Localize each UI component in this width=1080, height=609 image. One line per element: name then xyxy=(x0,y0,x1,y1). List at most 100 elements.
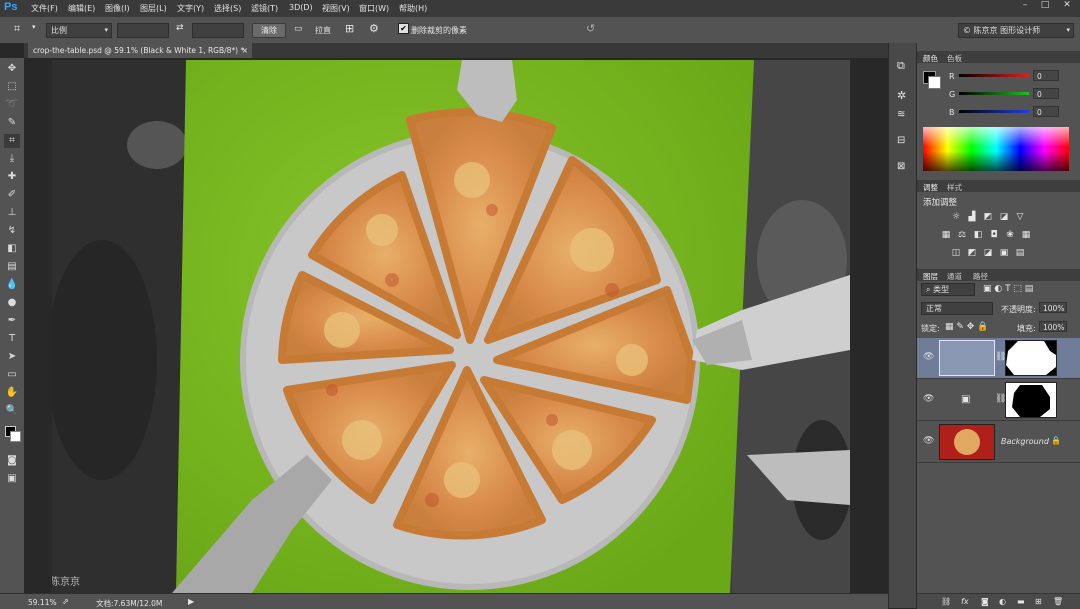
hand-tool-icon[interactable]: ✋ xyxy=(4,386,20,400)
info-panel-icon[interactable]: ⊠ xyxy=(897,161,905,172)
lock-icons[interactable]: ▦ ✎ ✥ 🔒 xyxy=(945,322,988,332)
layer-name[interactable]: Background xyxy=(1001,437,1049,446)
folder-icon[interactable]: ▬ xyxy=(1017,597,1025,606)
adjustment-thumbnail[interactable] xyxy=(939,340,995,376)
filter-icons[interactable]: ▣ ◐ T ⬚ ▤ xyxy=(983,284,1033,294)
quick-select-tool-icon[interactable]: ✎ xyxy=(4,116,20,130)
tab-paths[interactable]: 路径 xyxy=(973,271,988,282)
type-tool-icon[interactable]: T xyxy=(4,332,20,346)
fx-icon[interactable]: fx xyxy=(961,597,969,606)
ratio-select[interactable]: 比例 ▾ xyxy=(46,23,112,38)
trash-icon[interactable]: 🗑 xyxy=(1053,597,1063,606)
delete-cropped-checkbox[interactable]: ✔ xyxy=(398,23,409,34)
eyedropper-tool-icon[interactable]: ⤓ xyxy=(4,152,20,166)
brush-presets-icon[interactable]: ≋ xyxy=(897,109,905,120)
swap-icon[interactable]: ⇄ xyxy=(176,23,184,33)
properties-icon[interactable]: ⊟ xyxy=(897,135,905,146)
link-icon[interactable]: ⛓ xyxy=(941,597,951,606)
b-value[interactable]: 0 xyxy=(1033,106,1059,117)
grid-overlay-icon[interactable]: ⊞ xyxy=(345,22,354,35)
color-spectrum[interactable] xyxy=(923,127,1069,171)
menu-type[interactable]: 文字(Y) xyxy=(177,3,204,14)
crop-tool-icon[interactable]: ⌗ xyxy=(4,134,20,148)
history-panel-icon[interactable]: ⧉ xyxy=(897,59,905,73)
delete-cropped-label[interactable]: 删除裁剪的像素 xyxy=(411,25,467,36)
tab-color[interactable]: 颜色 xyxy=(923,53,938,64)
b-slider[interactable] xyxy=(959,110,1029,113)
eye-icon[interactable]: 👁 xyxy=(923,394,934,404)
menu-file[interactable]: 文件(F) xyxy=(31,3,58,14)
r-value[interactable]: 0 xyxy=(1033,70,1059,81)
balance-icon[interactable]: ⚖ xyxy=(957,230,967,240)
document-image[interactable]: ©陈京京 xyxy=(52,60,850,593)
mask-thumbnail[interactable] xyxy=(1005,340,1057,376)
bw-icon[interactable]: ◧ xyxy=(973,230,983,240)
zoom-tool-icon[interactable]: 🔍 xyxy=(4,404,20,418)
background-color-swatch[interactable] xyxy=(928,76,941,89)
posterize-icon[interactable]: ◩ xyxy=(967,248,977,258)
menu-view[interactable]: 视图(V) xyxy=(322,3,350,14)
layer-row-background[interactable]: 👁 Background 🔒 xyxy=(917,422,1080,463)
add-mask-icon[interactable]: ◙ xyxy=(981,597,989,606)
r-slider[interactable] xyxy=(959,74,1029,77)
blend-mode-select[interactable]: 正常 xyxy=(921,302,993,315)
tab-swatches[interactable]: 色板 xyxy=(947,53,962,64)
move-tool-icon[interactable]: ✥ xyxy=(4,62,20,76)
history-brush-tool-icon[interactable]: ↯ xyxy=(4,224,20,238)
path-select-tool-icon[interactable]: ➤ xyxy=(4,350,20,364)
threshold-icon[interactable]: ◪ xyxy=(983,248,993,258)
brightness-icon[interactable]: ☼ xyxy=(951,212,961,222)
vibrance-icon[interactable]: ▽ xyxy=(1015,212,1025,222)
hue-icon[interactable]: ▦ xyxy=(941,230,951,240)
close-button[interactable]: ✕ xyxy=(1058,0,1076,12)
reset-icon[interactable]: ↺ xyxy=(586,22,595,35)
menu-filter[interactable]: 滤镜(T) xyxy=(251,3,278,14)
crop-tool-icon[interactable]: ⌗ xyxy=(14,22,20,36)
new-layer-icon[interactable]: ⊞ xyxy=(1035,597,1042,606)
menu-help[interactable]: 帮助(H) xyxy=(399,3,427,14)
g-slider[interactable] xyxy=(959,92,1029,95)
gear-icon[interactable]: ⚙ xyxy=(369,22,379,35)
layer-row-selected[interactable]: 👁 ⛓ xyxy=(917,338,1080,379)
document-tab[interactable]: crop-the-table.psd @ 59.1% (Black & Whit… xyxy=(28,43,252,58)
minimize-button[interactable]: – xyxy=(1016,0,1034,12)
tab-styles[interactable]: 样式 xyxy=(947,182,962,193)
color-lookup-icon[interactable]: ▦ xyxy=(1021,230,1031,240)
eye-icon[interactable]: 👁 xyxy=(923,352,934,362)
gradient-tool-icon[interactable]: ▤ xyxy=(4,260,20,274)
brush-tool-icon[interactable]: ✐ xyxy=(4,188,20,202)
eraser-tool-icon[interactable]: ◧ xyxy=(4,242,20,256)
quick-mask-icon[interactable]: ◙ xyxy=(4,454,20,468)
background-thumbnail[interactable] xyxy=(939,424,995,460)
shape-tool-icon[interactable]: ▭ xyxy=(4,368,20,382)
maximize-button[interactable]: □ xyxy=(1036,0,1054,12)
zoom-level[interactable]: 59.11% xyxy=(28,598,57,607)
width-field[interactable] xyxy=(117,23,169,38)
dodge-tool-icon[interactable]: ● xyxy=(4,296,20,310)
menu-select[interactable]: 选择(S) xyxy=(214,3,241,14)
new-adjustment-icon[interactable]: ◐ xyxy=(999,597,1006,606)
lasso-tool-icon[interactable]: ➰ xyxy=(4,98,20,112)
straighten-icon[interactable]: ▭ xyxy=(294,24,303,34)
pen-tool-icon[interactable]: ✒ xyxy=(4,314,20,328)
tab-adjustments[interactable]: 调整 xyxy=(923,182,938,193)
stamp-tool-icon[interactable]: ⊥ xyxy=(4,206,20,220)
workspace-select[interactable]: © 陈京京 图形设计师 ▾ xyxy=(958,23,1074,38)
clear-button[interactable]: 清除 xyxy=(252,23,286,38)
invert-icon[interactable]: ◫ xyxy=(951,248,961,258)
gradient-map-icon[interactable]: ▤ xyxy=(1015,248,1025,258)
eye-icon[interactable]: 👁 xyxy=(923,436,934,446)
color-swatches-icon[interactable] xyxy=(4,424,21,442)
blur-tool-icon[interactable]: 💧 xyxy=(4,278,20,292)
g-value[interactable]: 0 xyxy=(1033,88,1059,99)
tab-layers[interactable]: 图层 xyxy=(923,271,938,282)
photo-filter-icon[interactable]: ◘ xyxy=(989,230,999,240)
opacity-value[interactable]: 100% xyxy=(1039,302,1067,313)
channel-mixer-icon[interactable]: ❀ xyxy=(1005,230,1015,240)
status-menu-arrow-icon[interactable]: ▶ xyxy=(188,597,194,606)
menu-image[interactable]: 图像(I) xyxy=(105,3,130,14)
curves-icon[interactable]: ◩ xyxy=(983,212,993,222)
menu-layer[interactable]: 图层(L) xyxy=(140,3,167,14)
tool-preset-arrow-icon[interactable]: ▾ xyxy=(32,23,36,31)
straighten-label[interactable]: 拉直 xyxy=(315,25,331,36)
